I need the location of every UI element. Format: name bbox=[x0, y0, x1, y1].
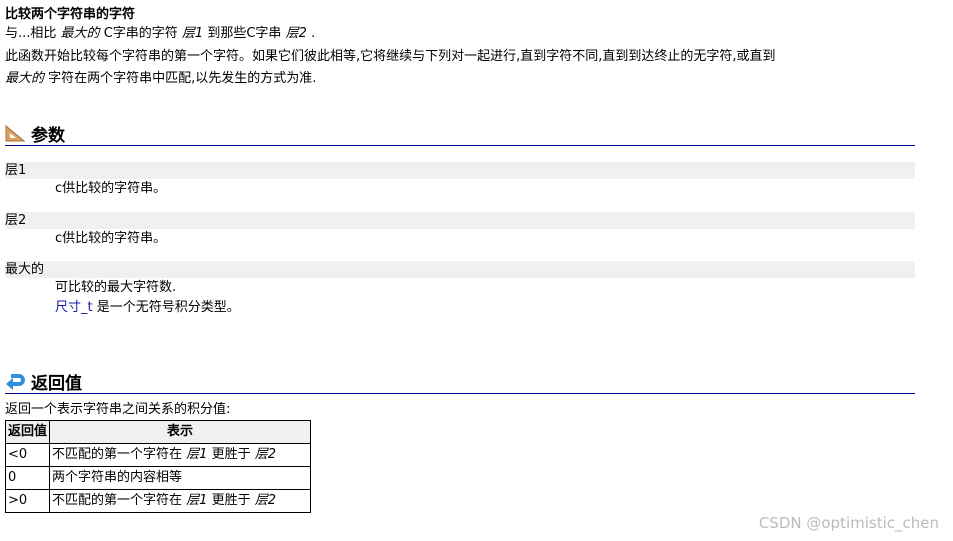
intro-text: C字串的字符 bbox=[103, 26, 178, 41]
cell-text: 更胜于 bbox=[211, 447, 251, 462]
column-header: 返回值 bbox=[4, 420, 51, 444]
cell-text: 更胜于 bbox=[211, 493, 251, 508]
cell-text: 不匹配的第一个字符在 bbox=[52, 447, 183, 462]
cell: >0 bbox=[4, 489, 51, 513]
description-cont: 最大的 字符在两个字符串中匹配,以先发生的方式为准. bbox=[5, 70, 316, 88]
param-ref: 层1 bbox=[181, 26, 204, 41]
cell: 两个字符串的内容相等 bbox=[49, 466, 312, 490]
param-term: 层1 bbox=[5, 162, 915, 179]
cell: <0 bbox=[4, 443, 51, 467]
size-t-link[interactable]: 尺寸_t bbox=[55, 300, 93, 315]
cell-text: 不匹配的第一个字符在 bbox=[52, 493, 183, 508]
set-square-icon bbox=[5, 124, 25, 142]
param-ref: 最大的 bbox=[60, 26, 100, 41]
param-term: 最大的 bbox=[5, 261, 915, 278]
table-row: <0 不匹配的第一个字符在 层1 更胜于 层2 bbox=[4, 443, 312, 467]
watermark: CSDN @optimistic_chen bbox=[758, 514, 939, 532]
param-ref: 层2 bbox=[285, 26, 307, 41]
param-ref: 层2 bbox=[254, 447, 277, 462]
param-ref: 层1 bbox=[186, 447, 208, 462]
intro: 与...相比 最大的 C字串的字符 层1 到那些C字串 层2 . bbox=[5, 25, 315, 43]
params-heading: 参数 bbox=[5, 121, 915, 146]
desc-text: 是一个无符号积分类型。 bbox=[96, 300, 240, 315]
param-ref: 层1 bbox=[186, 493, 208, 508]
heading-text: 参数 bbox=[31, 125, 65, 146]
return-table: 返回值 表示 <0 不匹配的第一个字符在 层1 更胜于 层2 0 两个字符串的内容相等… bbox=[4, 420, 312, 513]
cell: 不匹配的第一个字符在 层1 更胜于 层2 bbox=[49, 489, 312, 513]
returns-heading: 返回值 bbox=[5, 369, 915, 394]
param-desc: c供比较的字符串。 bbox=[55, 231, 167, 246]
table-row: >0 不匹配的第一个字符在 层1 更胜于 层2 bbox=[4, 489, 312, 513]
desc-text: 字符在两个字符串中匹配,以先发生的方式为准. bbox=[48, 71, 317, 86]
param-desc: c供比较的字符串。 bbox=[55, 181, 167, 196]
param-term: 层2 bbox=[5, 212, 915, 229]
param-desc: 可比较的最大字符数. bbox=[55, 280, 177, 295]
cell: 不匹配的第一个字符在 层1 更胜于 层2 bbox=[49, 443, 312, 467]
page-title: 比较两个字符串的字符 bbox=[5, 7, 136, 22]
cell: 0 bbox=[4, 466, 51, 490]
return-arrow-icon bbox=[6, 374, 25, 390]
param-ref: 最大的 bbox=[5, 71, 45, 86]
param-ref: 层2 bbox=[254, 493, 277, 508]
heading-text: 返回值 bbox=[31, 373, 82, 394]
table-row: 0 两个字符串的内容相等 bbox=[4, 466, 312, 490]
returns-text: 返回一个表示字符串之间关系的积分值: bbox=[5, 402, 231, 417]
intro-text: 到那些C字串 bbox=[207, 26, 282, 41]
param-desc: 尺寸_t 是一个无符号积分类型。 bbox=[55, 299, 240, 317]
intro-text: . bbox=[310, 26, 316, 41]
column-header: 表示 bbox=[49, 420, 312, 444]
intro-text: 与...相比 bbox=[5, 26, 57, 41]
description: 此函数开始比较每个字符串的第一个字符。如果它们彼此相等,它将继续与下列对一起进行… bbox=[5, 49, 776, 64]
